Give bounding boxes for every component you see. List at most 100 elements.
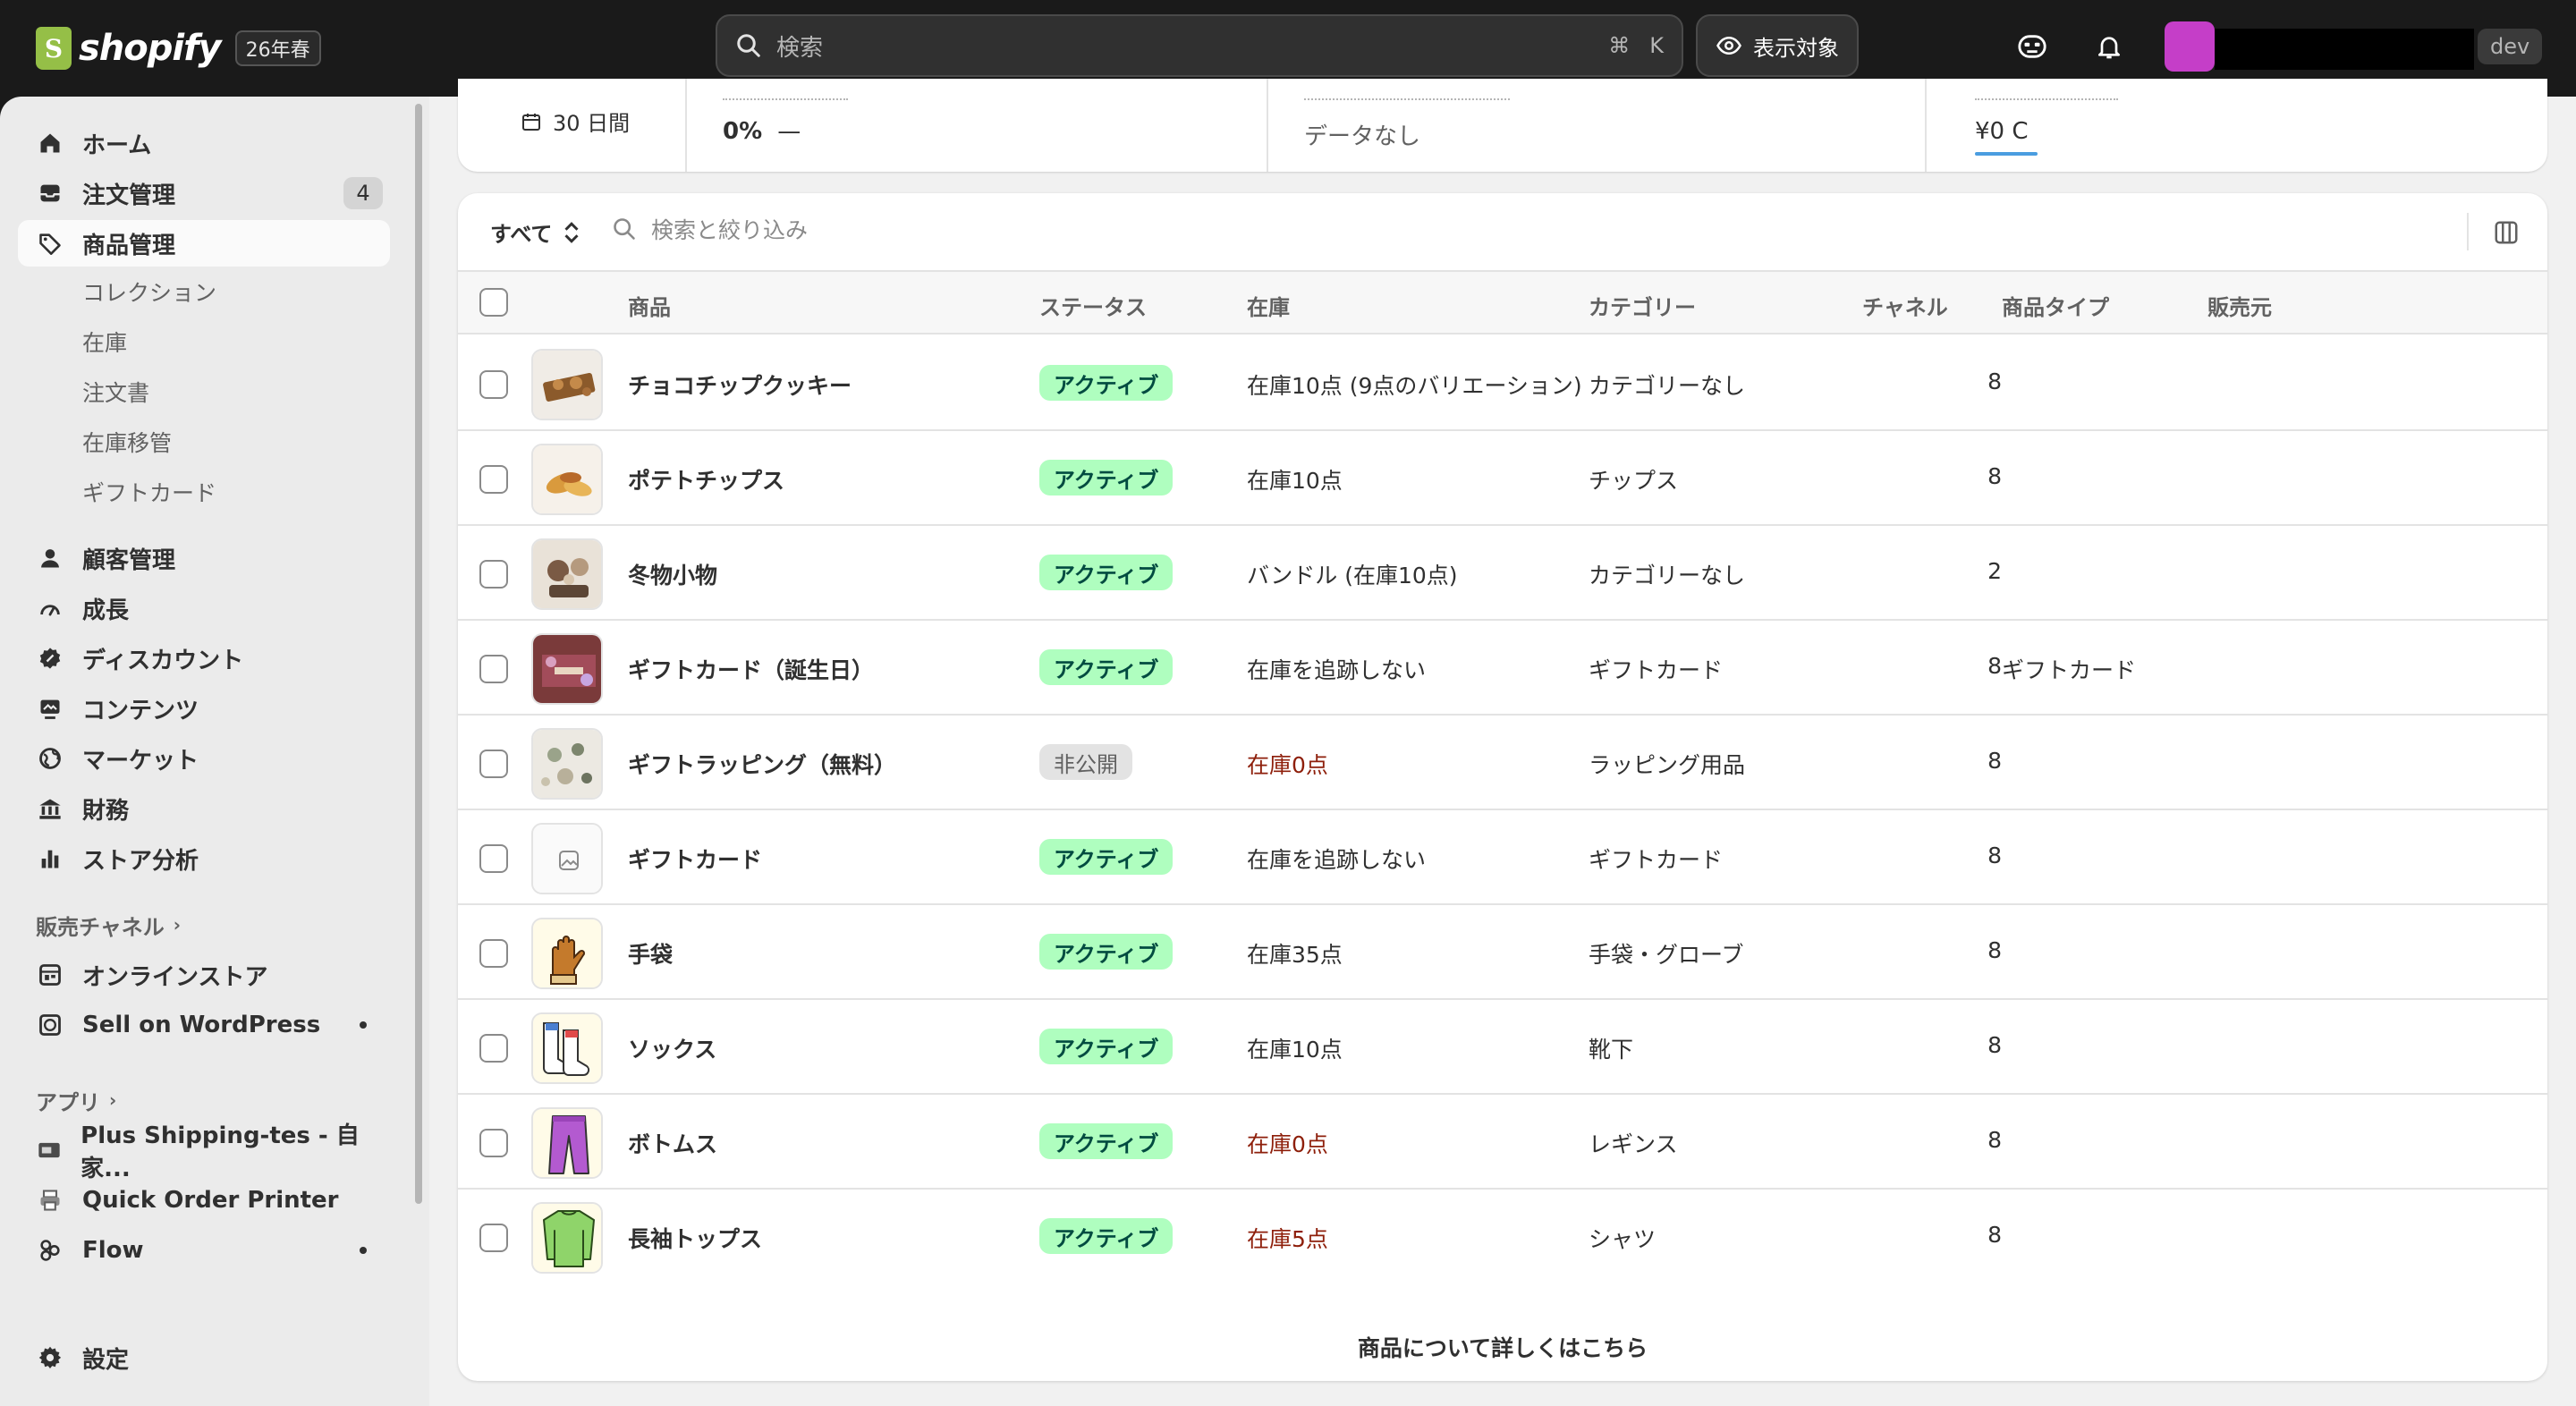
- sidebar-item-quick-order-printer[interactable]: Quick Order Printer: [18, 1177, 390, 1224]
- apps-header[interactable]: アプリ ›: [36, 1082, 116, 1118]
- product-thumbnail[interactable]: [531, 633, 603, 705]
- product-name[interactable]: 冬物小物: [628, 558, 717, 590]
- table-row[interactable]: ボトムス アクティブ 在庫0点 レギンス 8: [458, 1095, 2547, 1190]
- sidebar-subitem-collections[interactable]: コレクション: [82, 268, 216, 315]
- sidebar-item-discounts[interactable]: ディスカウント: [18, 635, 390, 682]
- product-thumbnail[interactable]: [531, 349, 603, 420]
- sidebar-subitem-transfers[interactable]: 在庫移管: [82, 419, 172, 465]
- header-product[interactable]: 商品: [628, 290, 671, 321]
- sidebar-subitem-gift-cards[interactable]: ギフトカード: [82, 469, 216, 515]
- row-checkbox[interactable]: [479, 844, 508, 873]
- table-row[interactable]: ギフトカード（誕生日） アクティブ 在庫を追跡しない ギフトカード 8 ギフトカ…: [458, 621, 2547, 716]
- product-thumbnail[interactable]: [531, 538, 603, 610]
- sidebar-item-settings[interactable]: 設定: [18, 1334, 390, 1381]
- row-checkbox[interactable]: [479, 1129, 508, 1157]
- channels-cell: 2: [1987, 558, 2002, 584]
- select-all-checkbox[interactable]: [479, 288, 508, 317]
- product-thumbnail[interactable]: [531, 918, 603, 989]
- sidebar-item-flow[interactable]: Flow: [18, 1227, 390, 1274]
- product-thumbnail[interactable]: [531, 728, 603, 800]
- header-category[interactable]: カテゴリー: [1589, 290, 1696, 321]
- status-badge: 非公開: [1039, 744, 1132, 780]
- sidebar-item-markets[interactable]: マーケット: [18, 735, 390, 782]
- table-row[interactable]: 冬物小物 アクティブ バンドル (在庫10点) カテゴリーなし 2: [458, 526, 2547, 621]
- sidebar-scrollbar-thumb[interactable]: [415, 104, 422, 1204]
- table-row[interactable]: 手袋 アクティブ 在庫35点 手袋・グローブ 8: [458, 905, 2547, 1000]
- sidebar-item-finance[interactable]: 財務: [18, 785, 390, 832]
- product-name[interactable]: チョコチップクッキー: [628, 368, 852, 401]
- global-search-input[interactable]: 検索 ⌘ K: [716, 14, 1683, 77]
- sidebar-item-online-store[interactable]: オンラインストア: [18, 952, 390, 998]
- bell-icon[interactable]: [2089, 27, 2129, 66]
- inventory-cell: バンドル (在庫10点): [1247, 563, 1458, 589]
- row-checkbox[interactable]: [479, 560, 508, 589]
- table-row[interactable]: チョコチップクッキー アクティブ 在庫10点 (9点のバリエーション) カテゴリ…: [458, 336, 2547, 431]
- sales-channels-header[interactable]: 販売チャネル ›: [36, 907, 181, 943]
- row-checkbox[interactable]: [479, 655, 508, 683]
- search-icon: [737, 34, 760, 57]
- channels-cell: 8: [1987, 843, 2002, 868]
- view-tab-all[interactable]: すべて: [490, 216, 580, 248]
- bar-chart-icon: [36, 844, 64, 873]
- filter-search-input[interactable]: 検索と絞り込み: [612, 213, 808, 245]
- sidebar-label-content: コンテンツ: [82, 697, 199, 724]
- sidebar-item-home[interactable]: ホーム: [18, 120, 390, 166]
- sidebar-subitem-inventory[interactable]: 在庫: [82, 318, 127, 365]
- product-name[interactable]: ギフトラッピング（無料）: [628, 748, 896, 780]
- header-inventory[interactable]: 在庫: [1247, 290, 1290, 321]
- sidebar-label-growth: 成長: [82, 597, 130, 624]
- product-name[interactable]: 手袋: [628, 937, 673, 970]
- product-name[interactable]: ポテトチップス: [628, 463, 784, 495]
- sidebar-item-sell-on-wordpress[interactable]: Sell on WordPress: [18, 1002, 390, 1048]
- sidebar-item-orders[interactable]: 注文管理 4: [18, 170, 390, 216]
- sidebar-item-analytics[interactable]: ストア分析: [18, 835, 390, 882]
- product-thumbnail[interactable]: [531, 444, 603, 515]
- product-name[interactable]: ソックス: [628, 1032, 716, 1064]
- columns-button[interactable]: [2488, 215, 2524, 250]
- view-as-button[interactable]: 表示対象: [1696, 14, 1859, 77]
- product-name[interactable]: ギフトカード: [628, 843, 762, 875]
- product-thumbnail[interactable]: [531, 1107, 603, 1179]
- store-avatar[interactable]: [2165, 21, 2215, 72]
- sidebar-item-plus-shipping[interactable]: Plus Shipping-tes - 自家...: [18, 1122, 390, 1182]
- sidebar-item-products[interactable]: 商品管理: [18, 220, 390, 267]
- table-row[interactable]: ポテトチップス アクティブ 在庫10点 チップス 8: [458, 431, 2547, 526]
- row-checkbox[interactable]: [479, 1034, 508, 1063]
- sidebar-subitem-purchase-orders[interactable]: 注文書: [82, 368, 149, 415]
- header-vendor[interactable]: 販売元: [2207, 290, 2272, 321]
- sales-channels-label: 販売チャネル: [36, 914, 165, 940]
- header-channels[interactable]: チャネル: [1862, 290, 1948, 321]
- table-row[interactable]: ソックス アクティブ 在庫10点 靴下 8: [458, 1000, 2547, 1095]
- account-name-redacted[interactable]: [2215, 29, 2474, 70]
- learn-more-link[interactable]: 商品について詳しくはこちら: [429, 1331, 2576, 1363]
- sidebar-item-content[interactable]: コンテンツ: [18, 685, 390, 732]
- product-thumbnail[interactable]: [531, 1202, 603, 1274]
- category-cell: 靴下: [1589, 1037, 1634, 1063]
- table-row[interactable]: 長袖トップス アクティブ 在庫5点 シャツ 8: [458, 1190, 2547, 1284]
- product-name[interactable]: ギフトカード（誕生日）: [628, 653, 874, 685]
- row-checkbox[interactable]: [479, 1224, 508, 1252]
- sidekick-icon[interactable]: [2012, 27, 2052, 66]
- sidebar-item-customers[interactable]: 顧客管理: [18, 535, 390, 581]
- metric-value-3-underline: [1975, 152, 2038, 156]
- header-status[interactable]: ステータス: [1039, 290, 1147, 321]
- product-name[interactable]: ボトムス: [628, 1127, 717, 1159]
- sidebar-label-sell-on-wordpress: Sell on WordPress: [82, 1012, 321, 1038]
- table-row[interactable]: ギフトラッピング（無料） 非公開 在庫0点 ラッピング用品 8: [458, 716, 2547, 810]
- sidebar-item-growth[interactable]: 成長: [18, 585, 390, 631]
- product-name[interactable]: 長袖トップス: [628, 1222, 762, 1254]
- row-checkbox[interactable]: [479, 370, 508, 399]
- row-checkbox[interactable]: [479, 465, 508, 494]
- row-checkbox[interactable]: [479, 750, 508, 778]
- header-product-type[interactable]: 商品タイプ: [2002, 290, 2109, 321]
- printer-icon: [36, 1186, 64, 1215]
- date-range-button[interactable]: 30 日間: [521, 106, 630, 137]
- inventory-cell: 在庫10点: [1247, 1037, 1343, 1063]
- product-thumbnail[interactable]: [531, 823, 603, 894]
- table-row[interactable]: ギフトカード アクティブ 在庫を追跡しない ギフトカード 8: [458, 810, 2547, 905]
- shopify-logo[interactable]: S shopify 26年春: [36, 23, 321, 73]
- row-checkbox[interactable]: [479, 939, 508, 968]
- channels-cell: 8: [1987, 1127, 2002, 1153]
- product-thumbnail[interactable]: [531, 1012, 603, 1084]
- wordpress-status-dot: [360, 1021, 367, 1029]
